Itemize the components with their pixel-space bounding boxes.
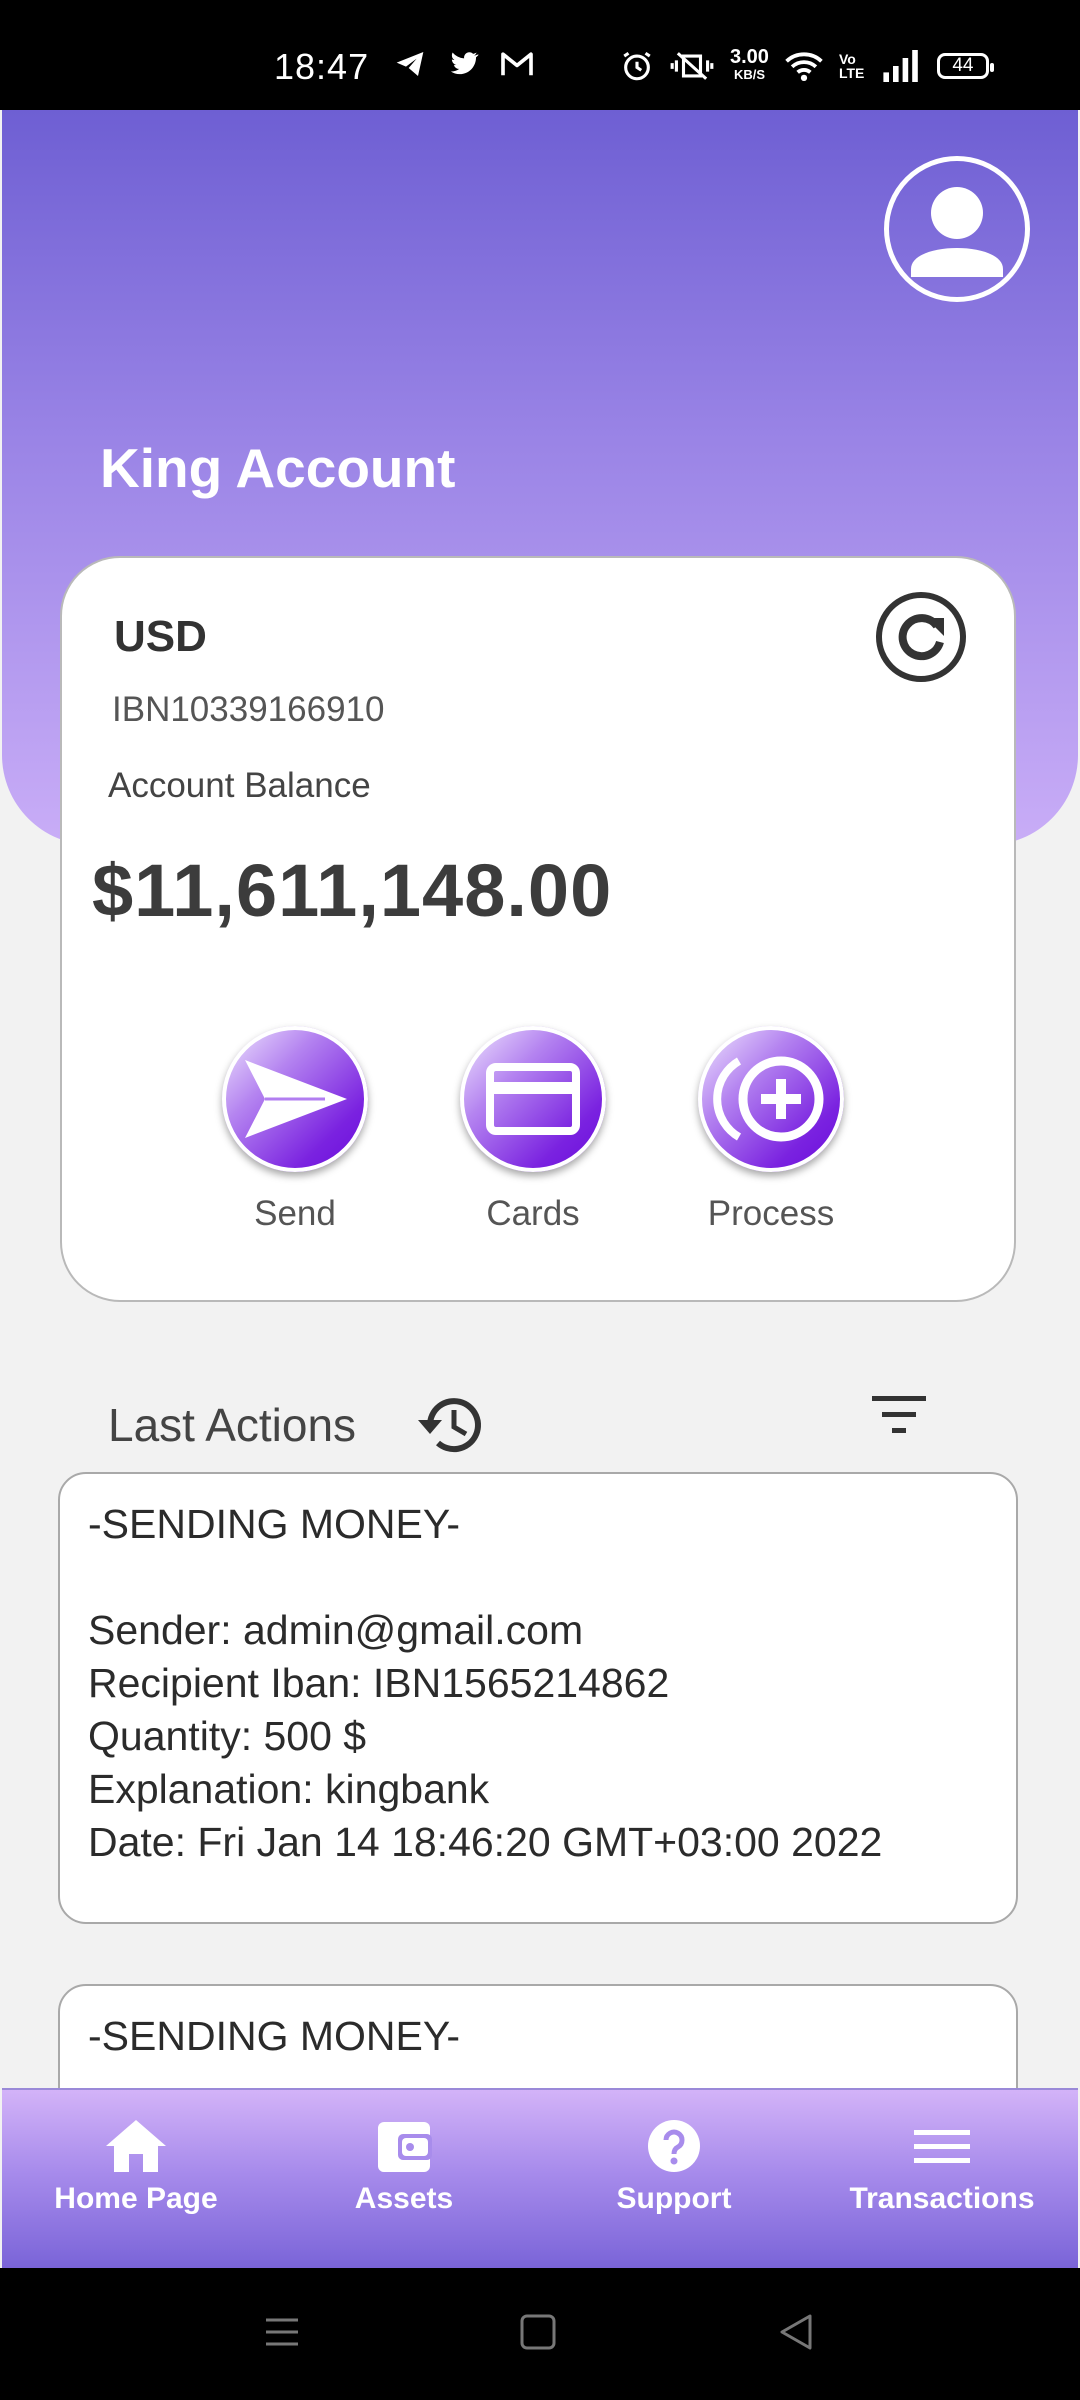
account-card: USD IBN10339166910 Account Balance $11,6… <box>60 556 1016 1302</box>
nav-transactions[interactable]: Transactions <box>822 2118 1062 2216</box>
transaction-date: Date: Fri Jan 14 18:46:20 GMT+03:00 2022 <box>88 1819 883 1865</box>
nav-transactions-label: Transactions <box>849 2182 1035 2215</box>
filter-icon <box>872 1396 926 1433</box>
wallet-icon <box>378 2122 432 2172</box>
process-button[interactable]: Process <box>686 1026 856 1234</box>
back-button[interactable] <box>776 2312 816 2357</box>
history-button[interactable] <box>416 1390 486 1460</box>
send-button[interactable]: Send <box>210 1026 380 1234</box>
vibrate-off-icon <box>670 52 714 80</box>
send-label: Send <box>254 1194 336 1233</box>
menu-icon <box>914 2130 970 2163</box>
status-bar: 18:47 3.00 KB/S Vo LTE 44 <box>0 0 1080 110</box>
telegram-icon <box>396 52 424 76</box>
volte-icon: Vo LTE <box>838 51 865 81</box>
transaction-explanation: Explanation: kingbank <box>88 1766 490 1812</box>
home-icon <box>106 2120 166 2172</box>
last-actions-title: Last Actions <box>108 1399 357 1451</box>
send-button-circle <box>222 1026 368 1172</box>
wifi-icon <box>785 52 823 82</box>
profile-button[interactable] <box>884 156 1030 302</box>
twitter-icon <box>450 52 479 75</box>
process-label: Process <box>707 1194 835 1233</box>
card-icon <box>486 1063 580 1135</box>
transaction-type: -SENDING MONEY- <box>88 2013 461 2059</box>
network-speed: 3.00 KB/S <box>730 46 769 82</box>
refresh-button[interactable] <box>874 590 968 684</box>
recent-apps-icon <box>266 2318 298 2346</box>
cards-button[interactable]: Cards <box>448 1026 618 1234</box>
filter-button[interactable] <box>866 1390 932 1442</box>
send-icon <box>245 1060 347 1138</box>
iban-text: IBN10339166910 <box>112 690 385 729</box>
nav-assets-label: Assets <box>354 2182 454 2215</box>
nav-support-label: Support <box>616 2182 732 2215</box>
transaction-spacer <box>88 1551 988 1604</box>
account-title: King Account <box>100 437 456 499</box>
cards-button-circle <box>460 1026 606 1172</box>
balance-amount: $11,611,148.00 <box>92 849 613 932</box>
signal-icon <box>883 50 918 82</box>
transaction-recipient: Recipient Iban: IBN1565214862 <box>88 1660 670 1706</box>
nav-home-page[interactable]: Home Page <box>16 2118 256 2216</box>
system-status-icons: 3.00 KB/S Vo LTE 44 <box>620 46 994 84</box>
help-icon <box>648 2120 700 2172</box>
transaction-type: -SENDING MONEY- <box>88 1501 461 1547</box>
home-system-button[interactable] <box>518 2312 558 2357</box>
process-button-circle <box>698 1026 844 1172</box>
alarm-icon <box>623 51 651 81</box>
transaction-sender: Sender: admin@gmail.com <box>88 1607 584 1653</box>
status-time: 18:47 <box>274 46 370 87</box>
transaction-card[interactable]: -SENDING MONEY- Sender: admin@gmail.com … <box>58 1472 1018 1924</box>
history-icon <box>418 1398 481 1453</box>
home-square-icon <box>520 2314 556 2350</box>
gmail-icon <box>501 52 533 76</box>
currency-label: USD <box>114 612 207 661</box>
system-navigation-bar <box>0 2268 1080 2400</box>
nav-assets[interactable]: Assets <box>284 2118 524 2216</box>
user-icon <box>911 187 1003 277</box>
bottom-navigation: Home Page Assets Support Transactions <box>2 2088 1078 2268</box>
refresh-icon <box>876 592 966 682</box>
notification-icons <box>392 48 534 80</box>
transaction-quantity: Quantity: 500 $ <box>88 1713 367 1759</box>
cards-label: Cards <box>486 1194 580 1233</box>
nav-home-label: Home Page <box>54 2182 218 2215</box>
battery-icon: 44 <box>936 53 994 79</box>
recent-apps-button[interactable] <box>262 2312 302 2357</box>
add-circle-icon <box>713 1056 824 1142</box>
back-icon <box>780 2314 812 2350</box>
balance-label: Account Balance <box>108 766 371 805</box>
nav-support[interactable]: Support <box>554 2118 794 2216</box>
